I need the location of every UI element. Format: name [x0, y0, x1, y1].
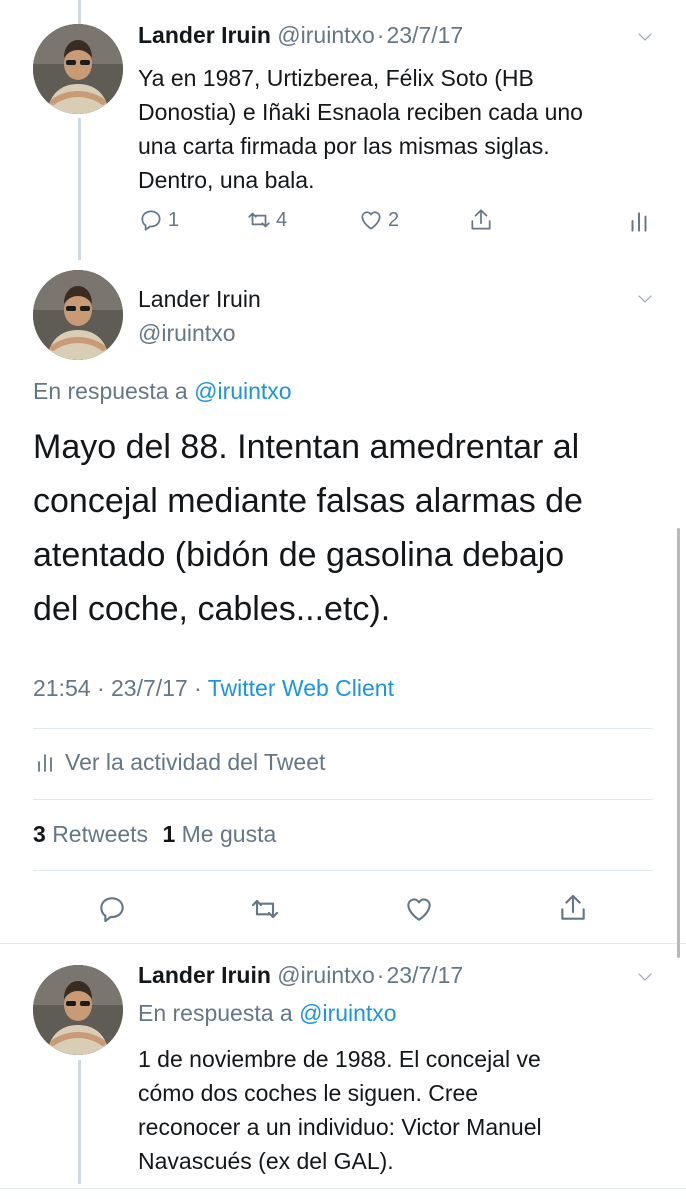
- likes-count: 1: [162, 821, 176, 847]
- tweet-text-line: una carta firmada por las mismas siglas.: [138, 133, 550, 159]
- tweet-text-line: concejal mediante falsas alarmas de: [33, 482, 583, 520]
- tweet-source[interactable]: Twitter Web Client: [208, 675, 394, 701]
- activity-label: Ver la actividad del Tweet: [65, 749, 326, 775]
- separator: ·: [376, 962, 385, 988]
- retweets-stat[interactable]: 3 Retweets: [33, 821, 148, 847]
- tweet-text-line: Navascués (ex del GAL).: [138, 1148, 394, 1174]
- tweet-text-line: atentado (bidón de gasolina debajo: [33, 536, 565, 574]
- separator: ·: [376, 22, 385, 48]
- retweet-count: 4: [276, 208, 288, 231]
- analytics-button[interactable]: [626, 209, 652, 235]
- tweet-text-line: Dentro, una bala.: [138, 167, 315, 193]
- reply-icon[interactable]: [96, 893, 128, 925]
- share-icon: [468, 207, 494, 233]
- tweet-text-line: Mayo del 88. Intentan amedrentar al: [33, 428, 580, 466]
- reply-count: 1: [168, 208, 180, 231]
- likes-label: Me gusta: [181, 821, 277, 847]
- tweet-text: Ya en 1987, Urtizberea, Félix Soto (HB D…: [138, 61, 583, 197]
- like-icon[interactable]: [403, 893, 435, 925]
- tweet-text-line: Donostia) e Iñaki Esnaola reciben cada u…: [138, 99, 583, 125]
- divider: [33, 799, 653, 800]
- share-button[interactable]: [468, 207, 494, 233]
- thread-line: [78, 1060, 81, 1184]
- engagement-stats: 3 Retweets 1 Me gusta: [33, 821, 276, 848]
- reply-context: En respuesta a @iruintxo: [33, 378, 292, 405]
- reply-to-link[interactable]: @iruintxo: [299, 1000, 397, 1026]
- author-handle[interactable]: @iruintxo: [277, 962, 375, 988]
- reply-context: En respuesta a @iruintxo: [138, 1000, 397, 1027]
- tweet-header: Lander Iruin @iruintxo·23/7/17: [138, 22, 463, 49]
- analytics-icon: [33, 751, 57, 775]
- like-icon: [358, 207, 384, 233]
- tweet-date[interactable]: 23/7/17: [386, 962, 463, 988]
- retweet-icon[interactable]: [249, 893, 281, 925]
- divider: [33, 870, 653, 871]
- tweet-text-line: Ya en 1987, Urtizberea, Félix Soto (HB: [138, 65, 534, 91]
- avatar[interactable]: [33, 270, 123, 360]
- retweets-label: Retweets: [52, 821, 149, 847]
- tweet-text-line: reconocer a un individuo: Victor Manuel: [138, 1114, 542, 1140]
- chevron-down-icon[interactable]: [636, 290, 654, 308]
- like-button[interactable]: 2: [358, 207, 399, 233]
- chevron-down-icon[interactable]: [636, 28, 654, 46]
- scrollbar[interactable]: [677, 528, 680, 958]
- tweet-header: Lander Iruin @iruintxo·23/7/17: [138, 962, 463, 989]
- author-handle[interactable]: @iruintxo: [138, 320, 236, 347]
- reply-prefix: En respuesta a: [138, 1000, 293, 1026]
- tweet-metadata: 21:54 · 23/7/17 · Twitter Web Client: [33, 675, 394, 702]
- like-count: 2: [388, 208, 400, 231]
- tweet-text-line: 1 de noviembre de 1988. El concejal ve: [138, 1046, 541, 1072]
- tweet-text: Mayo del 88. Intentan amedrentar al conc…: [33, 420, 583, 636]
- author-handle[interactable]: @iruintxo: [277, 22, 375, 48]
- reply-icon: [138, 207, 164, 233]
- tweet-text-line: cómo dos coches le siguen. Cree: [138, 1080, 479, 1106]
- divider: [33, 728, 653, 729]
- tweet-date[interactable]: 23/7/17: [386, 22, 463, 48]
- reply-to-link[interactable]: @iruintxo: [194, 378, 292, 404]
- reply-button[interactable]: 1: [138, 207, 179, 233]
- thread-line: [78, 118, 81, 260]
- retweet-button[interactable]: 4: [246, 207, 287, 233]
- retweet-icon: [246, 207, 272, 233]
- likes-stat[interactable]: 1 Me gusta: [162, 821, 276, 847]
- author-name[interactable]: Lander Iruin: [138, 286, 261, 313]
- reply-prefix: En respuesta a: [33, 378, 188, 404]
- tweet-timestamp: 21:54 · 23/7/17 ·: [33, 675, 202, 701]
- author-name[interactable]: Lander Iruin: [138, 22, 271, 48]
- chevron-down-icon[interactable]: [636, 968, 654, 986]
- tweet-activity-link[interactable]: Ver la actividad del Tweet: [33, 749, 325, 776]
- retweets-count: 3: [33, 821, 46, 847]
- avatar[interactable]: [33, 965, 123, 1055]
- tweet-text: 1 de noviembre de 1988. El concejal ve c…: [138, 1042, 542, 1178]
- analytics-icon: [626, 209, 652, 235]
- tweet-text-line: del coche, cables...etc).: [33, 590, 391, 628]
- avatar[interactable]: [33, 24, 123, 114]
- divider: [0, 1188, 686, 1189]
- share-icon[interactable]: [557, 892, 589, 924]
- author-name[interactable]: Lander Iruin: [138, 962, 271, 988]
- divider: [0, 943, 686, 944]
- thread-line: [78, 0, 81, 24]
